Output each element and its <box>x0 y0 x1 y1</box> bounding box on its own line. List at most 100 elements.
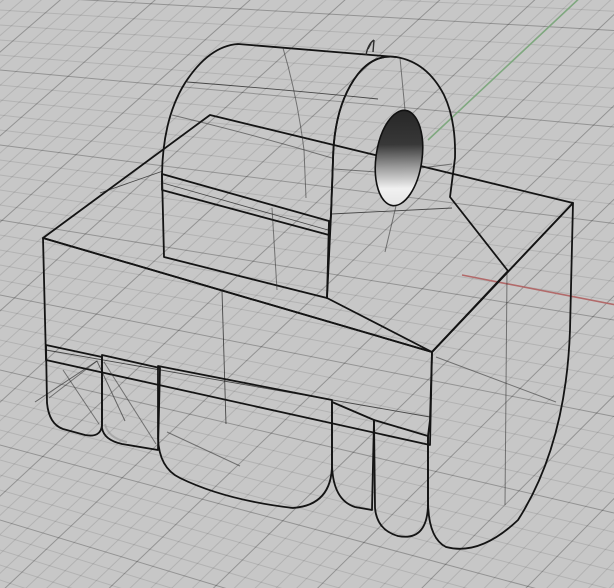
grid-line <box>0 0 614 588</box>
grid-line <box>0 0 308 276</box>
grid-line <box>0 0 403 367</box>
grid-line <box>0 0 156 137</box>
grid-line <box>0 549 122 588</box>
base-front-isocurve-v <box>221 290 227 425</box>
grid-line <box>0 0 614 588</box>
cap-isocurve-v-top <box>399 57 406 111</box>
grid-line <box>0 0 614 588</box>
grid-line <box>483 456 614 588</box>
grid-line <box>0 0 614 588</box>
grid-line <box>0 0 614 588</box>
grid-line <box>0 0 289 259</box>
grid-line <box>0 0 614 588</box>
grid-line <box>0 0 614 588</box>
grid-line <box>567 539 614 588</box>
grid-line <box>0 0 498 459</box>
grid-line <box>0 0 614 588</box>
grid-line <box>0 0 614 588</box>
grid-line <box>0 0 614 588</box>
grid-line <box>0 0 614 588</box>
grid-line <box>0 0 365 330</box>
grid-line <box>0 0 43 37</box>
grid-line <box>0 0 614 588</box>
grid-line <box>0 564 73 588</box>
grid-line <box>0 489 342 588</box>
grid-line <box>0 0 118 103</box>
base-right-foot[interactable] <box>373 419 429 538</box>
grid-line <box>0 0 614 588</box>
block-front-seam <box>162 182 329 231</box>
grid-line <box>0 0 614 588</box>
grid-line <box>0 174 614 263</box>
left-foot-isocurve-b <box>62 369 100 425</box>
grid-line <box>0 0 24 20</box>
grid-line <box>0 129 614 205</box>
base-middle-foot[interactable] <box>157 365 333 509</box>
grid-line <box>0 0 137 120</box>
grid-line <box>0 0 614 588</box>
grid-line <box>0 0 614 588</box>
grid-line <box>0 0 536 497</box>
grid-line <box>0 0 614 588</box>
grid-line <box>0 0 479 441</box>
grid-line <box>0 0 614 588</box>
grid-line <box>0 0 614 588</box>
grid-line <box>0 0 614 588</box>
grid-line <box>0 0 614 588</box>
grid-line <box>25 31 614 588</box>
grid-line <box>0 0 614 588</box>
ground-grid-minor <box>0 0 614 588</box>
viewport-canvas[interactable] <box>0 0 614 588</box>
grid-line <box>0 0 614 588</box>
grid-line <box>0 0 593 555</box>
grid-line <box>0 0 614 588</box>
cad-viewport[interactable] <box>0 0 614 588</box>
grid-line <box>0 0 175 154</box>
grid-line <box>0 0 614 588</box>
grid-line <box>0 504 283 588</box>
grid-line <box>0 0 614 588</box>
grid-line <box>0 0 614 588</box>
mouse-cursor <box>365 39 375 56</box>
grid-line <box>0 0 614 588</box>
grid-line <box>0 0 614 588</box>
grid-line <box>0 0 251 223</box>
grid-line <box>0 0 384 348</box>
grid-line <box>0 0 614 588</box>
grid-line <box>46 49 614 588</box>
grid-line <box>0 0 346 312</box>
grid-line <box>0 0 460 422</box>
grid-line <box>0 459 468 588</box>
grid-line <box>0 0 270 241</box>
grid-line <box>0 0 614 588</box>
grid-line <box>0 444 536 588</box>
grid-line <box>0 0 614 588</box>
grid-line <box>0 0 614 588</box>
grid-line <box>0 0 614 588</box>
grid-line <box>0 0 80 70</box>
grid-line <box>0 0 99 87</box>
grid-line <box>0 0 614 588</box>
grid-line <box>0 0 614 588</box>
grid-line <box>0 0 614 588</box>
grid-line <box>0 0 614 588</box>
grid-line <box>0 579 26 588</box>
grid-line <box>0 0 614 588</box>
grid-line <box>0 0 5 4</box>
grid-line <box>442 415 614 588</box>
grid-line <box>0 0 614 588</box>
grid-line <box>0 0 517 478</box>
grid-line <box>0 0 614 588</box>
grid-line <box>0 0 614 588</box>
grid-line <box>0 474 403 588</box>
grid-line <box>0 0 614 588</box>
middle-foot-isocurve <box>166 431 241 467</box>
grid-line <box>0 534 173 588</box>
grid-line <box>0 0 614 588</box>
grid-line <box>0 0 327 294</box>
grid-line <box>0 0 614 588</box>
grid-line <box>0 0 614 588</box>
grid-line <box>0 0 614 588</box>
ground-grid-major <box>0 0 614 588</box>
grid-line <box>0 0 614 588</box>
